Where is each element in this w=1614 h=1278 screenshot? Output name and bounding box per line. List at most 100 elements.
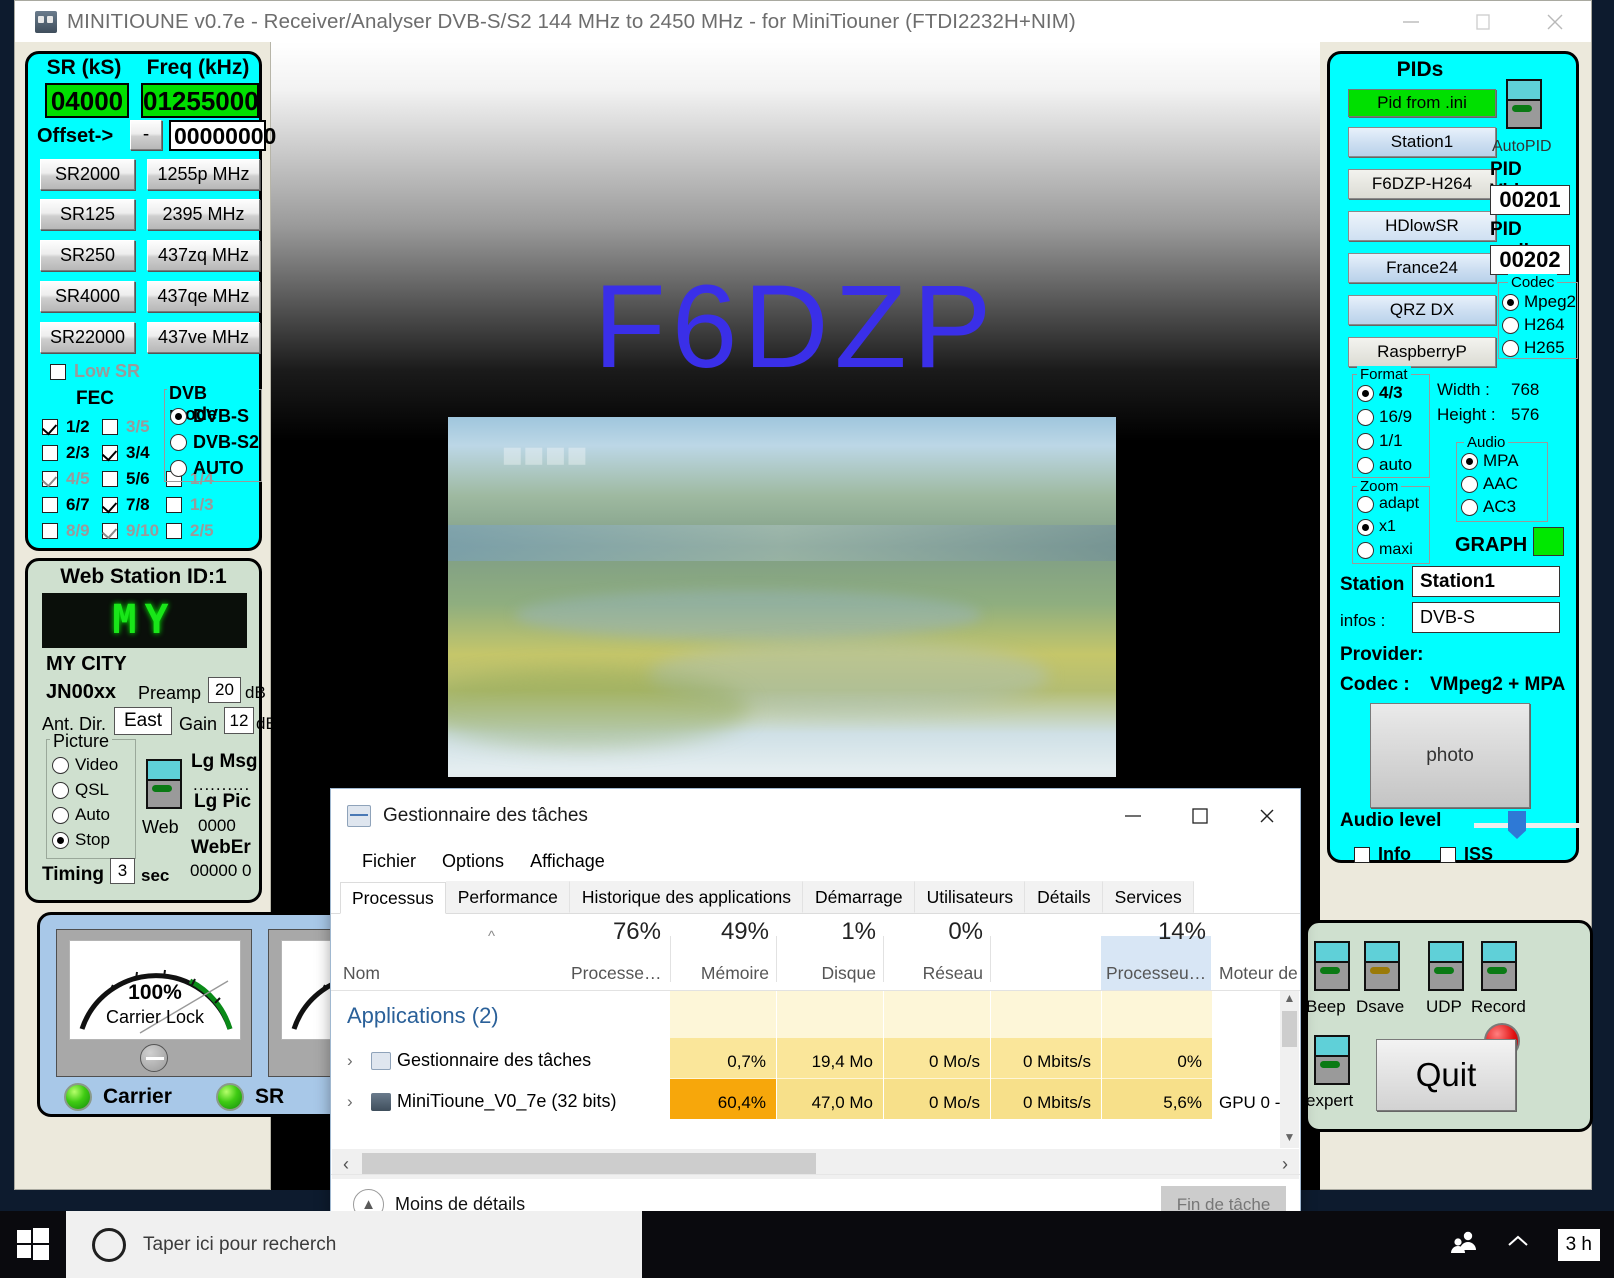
menu-affichage[interactable]: Affichage bbox=[530, 851, 605, 872]
station-button-5[interactable]: RaspberryP bbox=[1348, 337, 1496, 367]
codec-h264-radio[interactable] bbox=[1502, 316, 1519, 334]
freq-preset-2[interactable]: 437zq MHz bbox=[147, 240, 260, 271]
sr-preset-1[interactable]: SR125 bbox=[40, 199, 135, 230]
zoom-option-x1[interactable]: x1 bbox=[1357, 518, 1396, 536]
audio-level-slider-thumb[interactable] bbox=[1508, 811, 1526, 839]
scroll-up-icon[interactable]: ▲ bbox=[1280, 991, 1299, 1009]
column-header-moteur[interactable]: Moteur de bbox=[1219, 963, 1329, 984]
taskbar-clock[interactable]: 3 h bbox=[1557, 1228, 1600, 1261]
timing-field[interactable]: 3 bbox=[110, 858, 135, 884]
pid-from-ini-button[interactable]: Pid from .ini bbox=[1348, 89, 1496, 117]
dvb-auto-radio[interactable] bbox=[170, 460, 187, 477]
iss-checkbox-group[interactable]: ISS bbox=[1440, 844, 1493, 865]
expert-toggle[interactable] bbox=[1314, 1035, 1350, 1087]
scroll-left-icon[interactable]: ‹ bbox=[332, 1154, 360, 1175]
picture-option-qsl[interactable]: QSL bbox=[52, 780, 109, 800]
sr-preset-0[interactable]: SR2000 bbox=[40, 159, 135, 190]
menu-options[interactable]: Options bbox=[442, 851, 504, 872]
udp-toggle[interactable] bbox=[1428, 941, 1464, 993]
audio-mpa-radio[interactable] bbox=[1461, 452, 1478, 470]
dvb-mode-option-dvb-s2[interactable]: DVB-S2 bbox=[170, 432, 259, 453]
zoom-maxi-radio[interactable] bbox=[1357, 541, 1374, 559]
table-row[interactable]: › Gestionnaire des tâches 0,7% 19,4 Mo 0… bbox=[331, 1041, 1300, 1082]
station-button-3[interactable]: France24 bbox=[1348, 253, 1496, 283]
freq-preset-0[interactable]: 1255p MHz bbox=[147, 159, 260, 190]
codec-option-h264[interactable]: H264 bbox=[1502, 315, 1565, 335]
offset-value-field[interactable]: 00000000 bbox=[169, 120, 276, 151]
freq-preset-4[interactable]: 437ve MHz bbox=[147, 322, 260, 353]
dvb-mode-option-auto[interactable]: AUTO bbox=[170, 458, 244, 479]
tab-processus[interactable]: Processus bbox=[340, 882, 446, 914]
zoom-adapt-radio[interactable] bbox=[1357, 495, 1374, 513]
fec-checkbox-5-6[interactable] bbox=[102, 471, 118, 487]
station-button-2[interactable]: HDlowSR bbox=[1348, 211, 1496, 241]
fec-checkbox-1-3[interactable] bbox=[166, 497, 182, 513]
iss-checkbox[interactable] bbox=[1440, 846, 1456, 863]
scroll-down-icon[interactable]: ▼ bbox=[1280, 1130, 1299, 1148]
sr-value-field[interactable]: 04000 bbox=[45, 83, 129, 118]
format-auto-radio[interactable] bbox=[1357, 456, 1374, 474]
quit-button[interactable]: Quit bbox=[1376, 1039, 1516, 1111]
minimize-icon[interactable] bbox=[1375, 1, 1447, 42]
picture-option-video[interactable]: Video bbox=[52, 755, 118, 775]
tab-utilisateurs[interactable]: Utilisateurs bbox=[914, 881, 1026, 913]
expand-chevron-icon[interactable]: › bbox=[347, 1051, 353, 1071]
audio-aac-radio[interactable] bbox=[1461, 475, 1478, 493]
tm-close-icon[interactable] bbox=[1233, 789, 1300, 843]
fec-checkbox-1-2[interactable] bbox=[42, 419, 58, 435]
picture-auto-radio[interactable] bbox=[52, 806, 69, 824]
sr-preset-3[interactable]: SR4000 bbox=[40, 281, 135, 312]
format-16-9-radio[interactable] bbox=[1357, 408, 1374, 426]
zoom-option-maxi[interactable]: maxi bbox=[1357, 541, 1413, 559]
dsave-toggle[interactable] bbox=[1364, 941, 1400, 993]
fec-checkbox-3-5[interactable] bbox=[102, 419, 118, 435]
info-checkbox[interactable] bbox=[1354, 846, 1370, 863]
freq-value-field[interactable]: 01255000 bbox=[141, 83, 259, 118]
windows-logo-icon[interactable] bbox=[0, 1211, 66, 1278]
fec-checkbox-3-4[interactable] bbox=[102, 445, 118, 461]
gain-field[interactable]: 12 bbox=[224, 707, 254, 734]
fec-checkbox-2-3[interactable] bbox=[42, 445, 58, 461]
zoom-x1-radio[interactable] bbox=[1357, 518, 1374, 536]
audio-option-aac[interactable]: AAC bbox=[1461, 474, 1518, 494]
people-icon[interactable] bbox=[1450, 1230, 1478, 1259]
dvb-s-radio[interactable] bbox=[170, 408, 187, 425]
vertical-scrollbar[interactable]: ▲ ▼ bbox=[1280, 991, 1299, 1148]
dvb-mode-option-dvb-s[interactable]: DVB-S bbox=[170, 406, 249, 427]
search-input[interactable]: Taper ici pour recherch bbox=[66, 1211, 642, 1278]
freq-preset-1[interactable]: 2395 MHz bbox=[147, 199, 260, 230]
column-header-gpu[interactable]: Processeu… bbox=[1106, 963, 1206, 984]
tab-historique-applications[interactable]: Historique des applications bbox=[569, 881, 804, 913]
picture-option-stop[interactable]: Stop bbox=[52, 830, 110, 850]
infos-field[interactable]: DVB-S bbox=[1412, 602, 1560, 633]
codec-option-mpeg2[interactable]: Mpeg2 bbox=[1502, 292, 1576, 312]
zoom-option-adapt[interactable]: adapt bbox=[1357, 495, 1419, 513]
sr-preset-4[interactable]: SR22000 bbox=[40, 322, 135, 353]
web-toggle-switch[interactable] bbox=[146, 759, 182, 811]
column-header-reseau[interactable]: Réseau bbox=[893, 963, 983, 984]
pid-video-field[interactable]: 00201 bbox=[1490, 185, 1570, 215]
column-header-disque[interactable]: Disque bbox=[787, 963, 876, 984]
audio-option-mpa[interactable]: MPA bbox=[1461, 451, 1519, 471]
fec-checkbox-6-7[interactable] bbox=[42, 497, 58, 513]
chevron-up-icon[interactable] bbox=[1506, 1234, 1530, 1255]
audio-ac3-radio[interactable] bbox=[1461, 498, 1478, 516]
freq-preset-3[interactable]: 437qe MHz bbox=[147, 281, 260, 312]
expand-chevron-icon[interactable]: › bbox=[347, 1092, 353, 1112]
fec-checkbox-9-10[interactable] bbox=[102, 523, 118, 539]
preamp-field[interactable]: 20 bbox=[208, 677, 241, 703]
offset-sign-button[interactable]: - bbox=[130, 120, 162, 150]
format-option-4-3[interactable]: 4/3 bbox=[1357, 383, 1403, 403]
carrier-lock-knob[interactable] bbox=[140, 1044, 168, 1072]
picture-video-radio[interactable] bbox=[52, 756, 69, 774]
column-header-memoire[interactable]: Mémoire bbox=[681, 963, 769, 984]
station-button-0[interactable]: Station1 bbox=[1348, 127, 1496, 157]
format-1-1-radio[interactable] bbox=[1357, 432, 1374, 450]
dvb-s2-radio[interactable] bbox=[170, 434, 187, 451]
station-button-4[interactable]: QRZ DX bbox=[1348, 295, 1496, 325]
codec-option-h265[interactable]: H265 bbox=[1502, 338, 1565, 358]
codec-mpeg2-radio[interactable] bbox=[1502, 293, 1519, 311]
audio-option-ac3[interactable]: AC3 bbox=[1461, 497, 1516, 517]
pid-audio-field[interactable]: 00202 bbox=[1490, 245, 1570, 275]
picture-option-auto[interactable]: Auto bbox=[52, 805, 110, 825]
